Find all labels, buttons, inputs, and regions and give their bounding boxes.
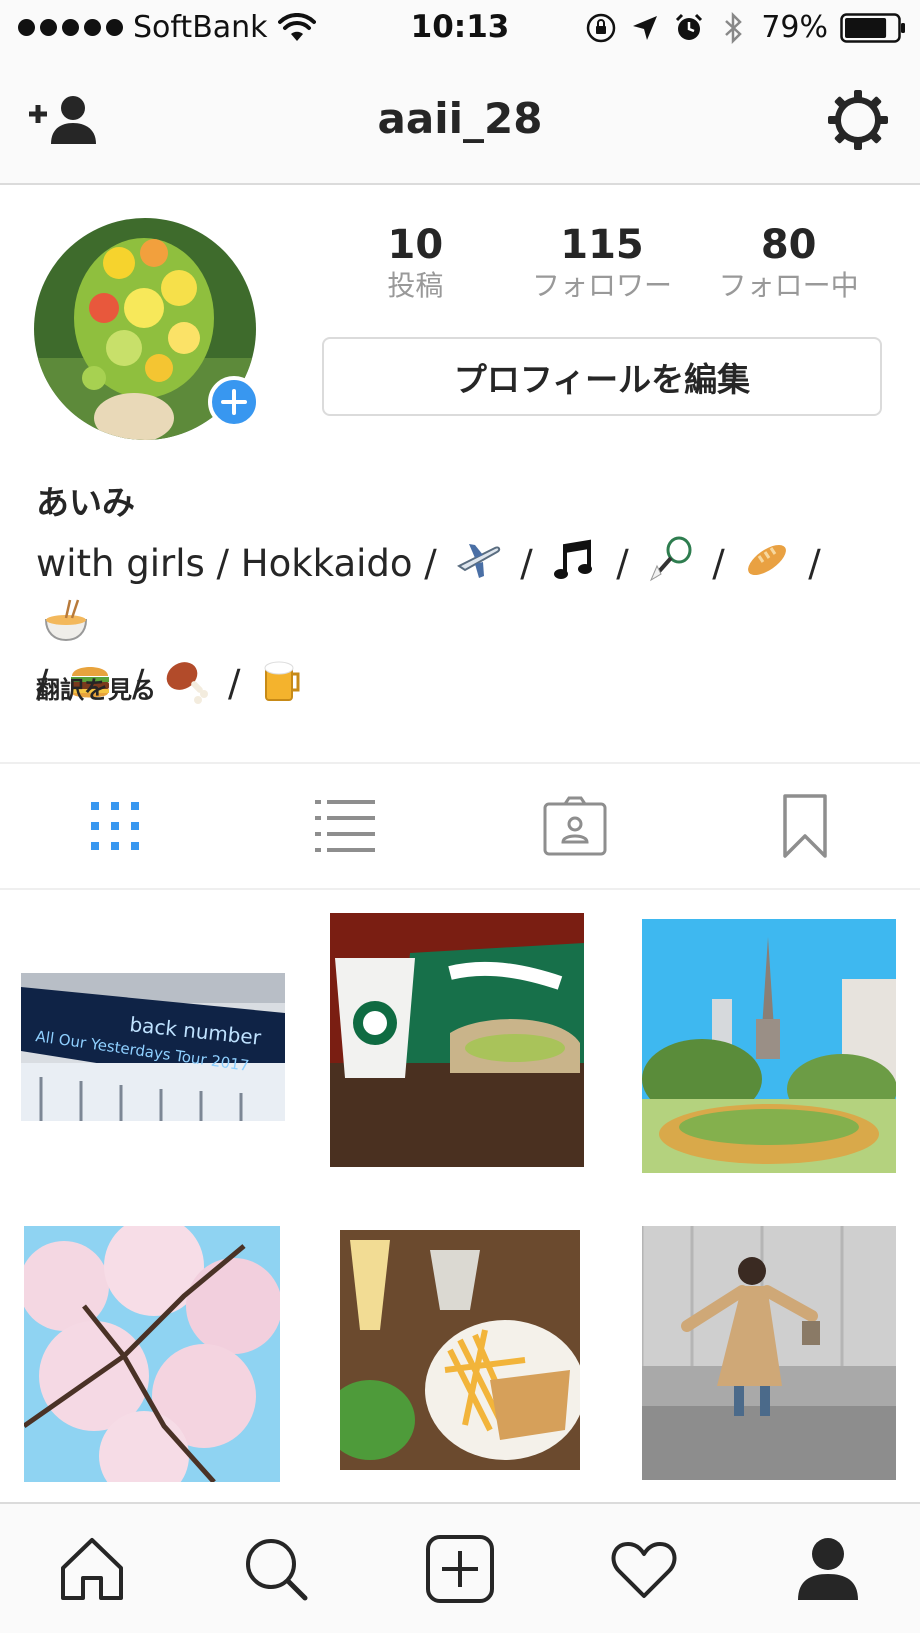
photo-cherry-blossoms — [24, 1226, 280, 1482]
location-arrow-icon — [633, 15, 658, 40]
profile-tabs — [0, 762, 920, 890]
bottom-tab-bar — [0, 1502, 920, 1633]
bottom-tab-home[interactable] — [0, 1504, 184, 1633]
photo-starbucks — [330, 913, 584, 1167]
followers-number: 115 — [560, 222, 644, 268]
bio: with girls / Hokkaido / / / / / / / / — [36, 534, 886, 714]
photo-grid: back number All Our Yesterdays Tour 2017 — [0, 890, 920, 1502]
following-number: 80 — [760, 222, 817, 268]
tab-tagged[interactable] — [460, 764, 690, 888]
home-icon — [61, 1537, 123, 1600]
activity-icon — [611, 1541, 677, 1598]
airplane-emoji-icon — [456, 544, 500, 578]
tagged-person-icon — [543, 796, 607, 856]
bio-separator: / — [712, 542, 725, 585]
battery-percent: 79% — [761, 10, 828, 45]
bio-separator: / — [616, 542, 629, 585]
tab-list-view[interactable] — [230, 764, 460, 888]
bookmark-icon — [783, 794, 827, 858]
tab-grid-view[interactable] — [0, 764, 230, 888]
profile-icon — [798, 1537, 858, 1600]
add-story-button[interactable] — [208, 376, 260, 428]
grid-photo[interactable] — [307, 890, 613, 1196]
profile-avatar[interactable] — [34, 218, 260, 443]
bluetooth-icon — [725, 11, 743, 44]
new-post-icon — [426, 1534, 494, 1603]
grid-icon — [91, 802, 139, 850]
status-right: 79% — [585, 10, 906, 45]
bio-separator: / — [808, 542, 821, 585]
badminton-emoji-icon — [649, 536, 692, 582]
page-title: aaii_28 — [377, 94, 543, 143]
photo-drinks-fries — [340, 1230, 580, 1470]
photo-tv-tower — [642, 919, 896, 1173]
grid-photo[interactable] — [614, 890, 920, 1196]
battery-icon — [840, 12, 905, 43]
status-bar: SoftBank 10:13 79% — [0, 0, 920, 58]
posts-number: 10 — [387, 222, 444, 268]
following-count[interactable]: 80 フォロー中 — [695, 222, 882, 312]
music-notes-emoji-icon — [553, 539, 592, 579]
posts-count[interactable]: 10 投稿 — [322, 222, 509, 312]
bottom-tab-activity[interactable] — [552, 1504, 736, 1633]
posts-label: 投稿 — [387, 269, 444, 302]
see-translation-link[interactable]: 翻訳を見る — [36, 670, 156, 705]
profile-stats: 10 投稿 115 フォロワー 80 フォロー中 — [322, 222, 882, 312]
alarm-icon — [676, 13, 703, 40]
bottom-tab-new-post[interactable] — [368, 1504, 552, 1633]
plus-icon — [221, 389, 247, 415]
ramen-emoji-icon — [44, 599, 88, 642]
photo-woman-trench-coat — [642, 1226, 896, 1480]
bottom-tab-profile[interactable] — [736, 1504, 920, 1633]
bio-text: with girls / Hokkaido / — [36, 542, 437, 585]
display-name: あいみ — [36, 483, 135, 522]
photo-concert-sign: back number All Our Yesterdays Tour 2017 — [21, 973, 285, 1121]
tab-saved[interactable] — [690, 764, 920, 888]
grid-photo[interactable] — [307, 1196, 613, 1502]
edit-profile-button[interactable]: プロフィールを編集 — [322, 337, 882, 416]
gear-icon[interactable] — [826, 88, 890, 152]
followers-count[interactable]: 115 フォロワー — [509, 222, 696, 312]
grid-photo[interactable] — [614, 1196, 920, 1502]
following-label: フォロー中 — [718, 269, 859, 302]
nav-bar: aaii_28 — [0, 58, 920, 185]
grid-photo[interactable]: back number All Our Yesterdays Tour 2017 — [0, 890, 306, 1196]
list-icon — [315, 800, 375, 852]
rotation-lock-icon — [587, 13, 616, 42]
followers-label: フォロワー — [532, 269, 673, 302]
beer-mug-emoji-icon — [264, 661, 300, 701]
bread-emoji-icon — [747, 544, 786, 576]
meat-on-bone-emoji-icon — [166, 662, 209, 704]
bio-separator: / — [228, 662, 241, 705]
bottom-tab-search[interactable] — [184, 1504, 368, 1633]
bio-separator: / — [520, 542, 533, 585]
grid-photo[interactable] — [0, 1196, 306, 1502]
search-icon — [246, 1538, 308, 1600]
